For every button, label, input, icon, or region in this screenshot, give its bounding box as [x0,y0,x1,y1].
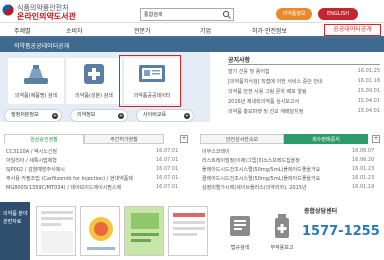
support-center-phone[interactable]: 1577-1255 [302,224,380,239]
public-data-highlight [119,55,181,107]
support-center-title: 종합상담센터 [304,208,338,215]
tab-weekly-approval[interactable]: 주간허가현황 [84,134,164,144]
table-row[interactable]: 아일리아 / 세툭시맙제형 16.07.01 [6,157,188,165]
publication-cover-image [37,207,75,255]
admin-disposition-button[interactable]: 행정처분정보 + [4,109,62,122]
bottom-section: 의약품 분야 관련자료 법규검색 부작용보고 종합상담센터 1577-1255 [0,202,384,260]
pill-bottle-icon [24,65,48,84]
left-more-icon[interactable]: + [180,135,188,143]
law-search-label: 법규검색 [230,245,250,251]
nav-item-public-data[interactable]: 공공데이터공개 [324,24,381,36]
search-input[interactable] [141,9,219,20]
medical-cross-icon [84,64,104,84]
table-row[interactable]: SJP002 / 감염예방주사제시 16.07.01 [6,166,188,174]
table-row[interactable]: 이부스코레이 16.06.07 [202,148,382,156]
table-row[interactable]: MG800S(1359C/MT034) / 데아보이드에이시퀀스제 16.07.… [6,184,188,192]
search-box [140,8,234,21]
header: 식품의약품안전처 온라인의약도서관 의약품정보 ENGLISH [0,0,384,22]
ingredient-search-button[interactable]: 의약품(성분) 검색 [66,58,122,104]
table-row[interactable]: 주사용 카필조밉 (Carfilzomib for Injection) / 현… [6,175,188,183]
search-icon[interactable] [222,10,232,19]
plus-icon: + [118,113,124,119]
notice-divider [228,64,380,65]
side-label-line-1: 의약품 분야 [3,211,28,217]
nav-item-approval-safety[interactable]: 허가·안전정보 [252,26,287,35]
ministry-emblem-icon [2,4,14,16]
side-effect-report-button[interactable]: 부작용보고 [262,206,302,256]
table-row[interactable]: 상정미엘가시렉(세이브플러스(의약리아), 2015년 16.01.19 [202,184,382,192]
right-more-icon[interactable]: + [372,135,380,143]
publication-cover-image [81,207,119,255]
product-search-button[interactable]: 의약품(제품명) 검색 [8,58,64,104]
english-link[interactable]: ENGLISH [318,8,358,20]
side-label-line-2: 관련자료 [3,219,22,225]
site-logo[interactable]: 식품의약품안전처 온라인의약도서관 [2,3,82,21]
nav-item-by-topic[interactable]: 주제별 [14,26,31,35]
law-search-button[interactable]: 법규검색 [220,206,260,256]
drug-info-button[interactable]: 의약정보 + [70,109,128,122]
table-row[interactable]: CC3110A / 엑시노신정 16.07.01 [6,148,188,156]
table-row[interactable]: 리스트레이빌정(이제)그립(미소스프레드집을정 16.06.20 [202,157,382,165]
publication-thumbnail[interactable] [80,206,120,256]
publication-thumbnail[interactable] [36,206,76,256]
drug-info-label: 의약정보 [77,112,96,118]
notice-panel: 공지사항 발기 선웅 및 용어집 16.01.25 [의약품지식검] 직접에 의… [224,52,384,122]
banner-title: 의약품공공데이터공개 [14,43,70,50]
medicine-bottle-icon [275,214,289,238]
publication-thumbnail[interactable] [168,206,208,256]
ingredient-search-label: 의약품(성분) 검색 [75,93,113,99]
related-materials-tab[interactable]: 의약품 분야 관련자료 [0,202,30,260]
list-item[interactable]: 2016년 제네릭의약품 심사보고서 15.04.01 [228,98,380,106]
org-name-text: 온라인의약도서관 [17,12,76,21]
law-book-icon [230,216,250,236]
tab-safety-letter[interactable]: 안전성서한속보 [200,134,284,144]
tab-recall-suspension[interactable]: 회수판매중지 [284,134,368,144]
table-row[interactable]: 클레아드시드건조시스렐(50mg/5mL)플레아드좋을거요 16.01.23 [202,175,382,183]
cyber-education-button[interactable]: 사이버교육 + [136,109,194,122]
list-item[interactable]: 발기 선웅 및 용어집 16.01.25 [228,68,380,76]
section-banner: 의약품공공데이터공개 [0,38,384,52]
list-item[interactable]: [의약품지식검] 직접에 의한 서비스 중단 안내 16.01.18 [228,78,380,86]
main-nav: 주제별 소비자 전문가 기업 허가·안전정보 공공데이터공개 [0,22,384,38]
list-item[interactable]: 의약품 홍보마켓 및 선교 재배달지정 15.04.01 [228,108,380,116]
nav-item-public-data-label: 공공데이터공개 [333,26,372,33]
table-row[interactable]: 플레아드시드건조시스렐(50mg/5mL)플레아드좋을거요 16.01.23 [202,166,382,174]
plus-icon: + [184,113,190,119]
publication-cover-image [169,207,207,255]
cyber-education-label: 사이버교육 [143,112,167,118]
nav-item-expert[interactable]: 전문가 [134,26,151,35]
side-effect-report-label: 부작용보고 [270,245,294,251]
nav-item-consumer[interactable]: 소비자 [66,26,83,35]
tab-clinical-approval[interactable]: 임상승인현황 [4,134,84,144]
list-item[interactable]: 의약품 안전 사용 그림 문자 배포 알림 15.09.01 [228,88,380,96]
product-search-label: 의약품(제품명) 검색 [14,93,58,99]
publication-cover-image [125,207,163,255]
publication-thumbnail[interactable] [124,206,164,256]
right-tab-bar: 안전성서한속보 회수판매중지 [200,134,376,144]
admin-disposition-label: 행정처분정보 [11,112,39,118]
plus-icon: + [52,113,58,119]
drug-info-link[interactable]: 의약품정보 [276,8,312,20]
nav-item-company[interactable]: 기업 [200,26,211,35]
left-tab-bar: 임상승인현황 주간허가현황 [4,134,184,144]
notice-title: 공지사항 [228,57,251,64]
